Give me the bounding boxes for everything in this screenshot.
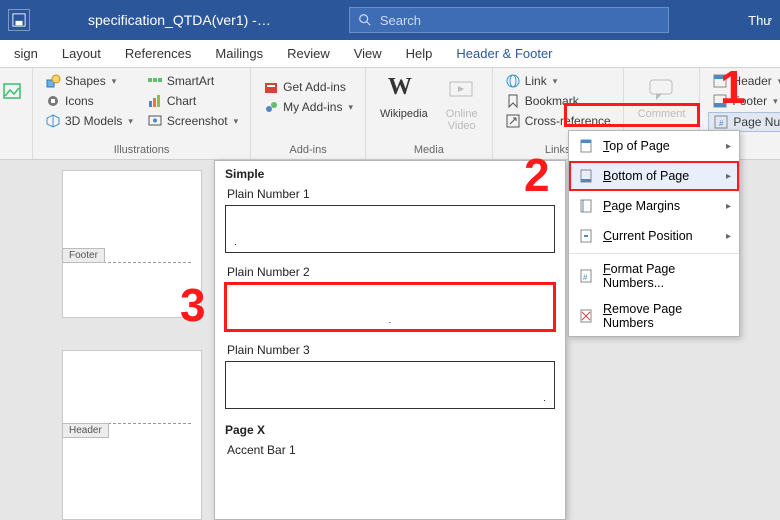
search-placeholder: Search <box>380 13 421 28</box>
tab-review[interactable]: Review <box>275 42 342 67</box>
crossref-icon <box>505 113 521 129</box>
gallery-section-simple: Simple <box>215 161 565 183</box>
footer-tag: Footer <box>62 248 105 263</box>
tab-design[interactable]: sign <box>2 42 50 67</box>
format-icon: # <box>577 267 595 285</box>
chevron-down-icon: ▾ <box>234 116 239 127</box>
chevron-down-icon: ▾ <box>773 96 778 107</box>
gallery-item-plain-1[interactable]: Plain Number 1 · <box>215 183 565 261</box>
page-icon <box>577 227 595 245</box>
menu-top-of-page[interactable]: Top of Page ▸ <box>569 131 739 161</box>
page-icon <box>577 167 595 185</box>
group-label-addins: Add-ins <box>259 142 357 159</box>
page-number-menu: Top of Page ▸ Bottom of Page ▸ Page Marg… <box>568 130 740 337</box>
menu-current-position[interactable]: Current Position ▸ <box>569 221 739 251</box>
bookmark-button[interactable]: Bookmark <box>501 92 615 110</box>
tab-help[interactable]: Help <box>394 42 445 67</box>
shapes-button[interactable]: Shapes▾ <box>41 72 137 90</box>
online-video-button: Online Video <box>440 72 484 142</box>
svg-text:#: # <box>583 273 588 282</box>
footer-icon <box>712 93 728 109</box>
header-button[interactable]: Header▾ <box>708 72 780 90</box>
autosave-icon[interactable] <box>8 9 30 31</box>
ribbon-tabs: sign Layout References Mailings Review V… <box>0 40 780 68</box>
title-bar: specification_QTDA(ver1) -… Search Thư <box>0 0 780 40</box>
account-name[interactable]: Thư <box>748 13 772 28</box>
footer-button[interactable]: Footer▾ <box>708 92 780 110</box>
document-page-1: Footer <box>62 170 202 318</box>
chevron-right-icon: ▸ <box>726 171 731 182</box>
comment-icon <box>646 74 678 106</box>
smartart-icon <box>147 73 163 89</box>
header-icon <box>712 73 728 89</box>
document-title: specification_QTDA(ver1) -… <box>88 12 271 28</box>
video-icon <box>446 74 478 106</box>
document-page-2: Header <box>62 350 202 520</box>
chevron-down-icon: ▾ <box>128 116 133 127</box>
icons-icon <box>45 93 61 109</box>
page-icon <box>577 137 595 155</box>
wikipedia-icon: W <box>388 74 420 106</box>
screenshot-button[interactable]: Screenshot▾ <box>143 112 242 130</box>
chevron-down-icon: ▾ <box>553 76 558 87</box>
chevron-down-icon: ▾ <box>348 102 353 113</box>
wikipedia-button[interactable]: W Wikipedia <box>374 72 434 142</box>
tab-view[interactable]: View <box>342 42 394 67</box>
smartart-button[interactable]: SmartArt <box>143 72 242 90</box>
remove-icon <box>577 307 595 325</box>
menu-page-margins[interactable]: Page Margins ▸ <box>569 191 739 221</box>
chart-icon <box>147 93 163 109</box>
group-label-media: Media <box>374 142 484 159</box>
cross-reference-button[interactable]: Cross-reference <box>501 112 615 130</box>
page-number-gallery: Simple Plain Number 1 · Plain Number 2 ·… <box>214 160 566 520</box>
tab-references[interactable]: References <box>113 42 203 67</box>
menu-bottom-of-page[interactable]: Bottom of Page ▸ <box>569 161 739 191</box>
chevron-down-icon: ▾ <box>112 76 117 87</box>
chart-button[interactable]: Chart <box>143 92 242 110</box>
gallery-item-plain-2[interactable]: Plain Number 2 · <box>215 261 565 339</box>
page-number-button[interactable]: # Page Number▾ <box>708 112 780 132</box>
header-tag: Header <box>62 423 109 438</box>
search-icon <box>358 13 372 27</box>
link-icon <box>505 73 521 89</box>
pictures-icon[interactable] <box>2 72 24 124</box>
addins-icon <box>263 99 279 115</box>
tab-layout[interactable]: Layout <box>50 42 113 67</box>
store-icon <box>263 79 279 95</box>
menu-format-page-numbers[interactable]: # Format Page Numbers... <box>569 256 739 296</box>
get-addins-button[interactable]: Get Add-ins <box>259 78 357 96</box>
icons-button[interactable]: Icons <box>41 92 137 110</box>
page-icon <box>577 197 595 215</box>
search-box[interactable]: Search <box>349 7 669 33</box>
cube-icon <box>45 113 61 129</box>
menu-remove-page-numbers[interactable]: Remove Page Numbers <box>569 296 739 336</box>
page-number-icon: # <box>713 114 729 130</box>
gallery-section-pagex: Page X <box>215 417 565 439</box>
gallery-item-plain-3[interactable]: Plain Number 3 · <box>215 339 565 417</box>
chevron-right-icon: ▸ <box>726 141 731 152</box>
chevron-right-icon: ▸ <box>726 201 731 212</box>
screenshot-icon <box>147 113 163 129</box>
bookmark-icon <box>505 93 521 109</box>
my-addins-button[interactable]: My Add-ins▾ <box>259 98 357 116</box>
link-button[interactable]: Link▾ <box>501 72 615 90</box>
shapes-icon <box>45 73 61 89</box>
chevron-right-icon: ▸ <box>726 231 731 242</box>
group-label-illustrations: Illustrations <box>41 142 242 159</box>
tab-mailings[interactable]: Mailings <box>203 42 275 67</box>
tab-header-footer[interactable]: Header & Footer <box>444 42 564 67</box>
3d-models-button[interactable]: 3D Models▾ <box>41 112 137 130</box>
gallery-item-accent-1[interactable]: Accent Bar 1 <box>215 439 565 469</box>
svg-text:#: # <box>719 119 724 128</box>
